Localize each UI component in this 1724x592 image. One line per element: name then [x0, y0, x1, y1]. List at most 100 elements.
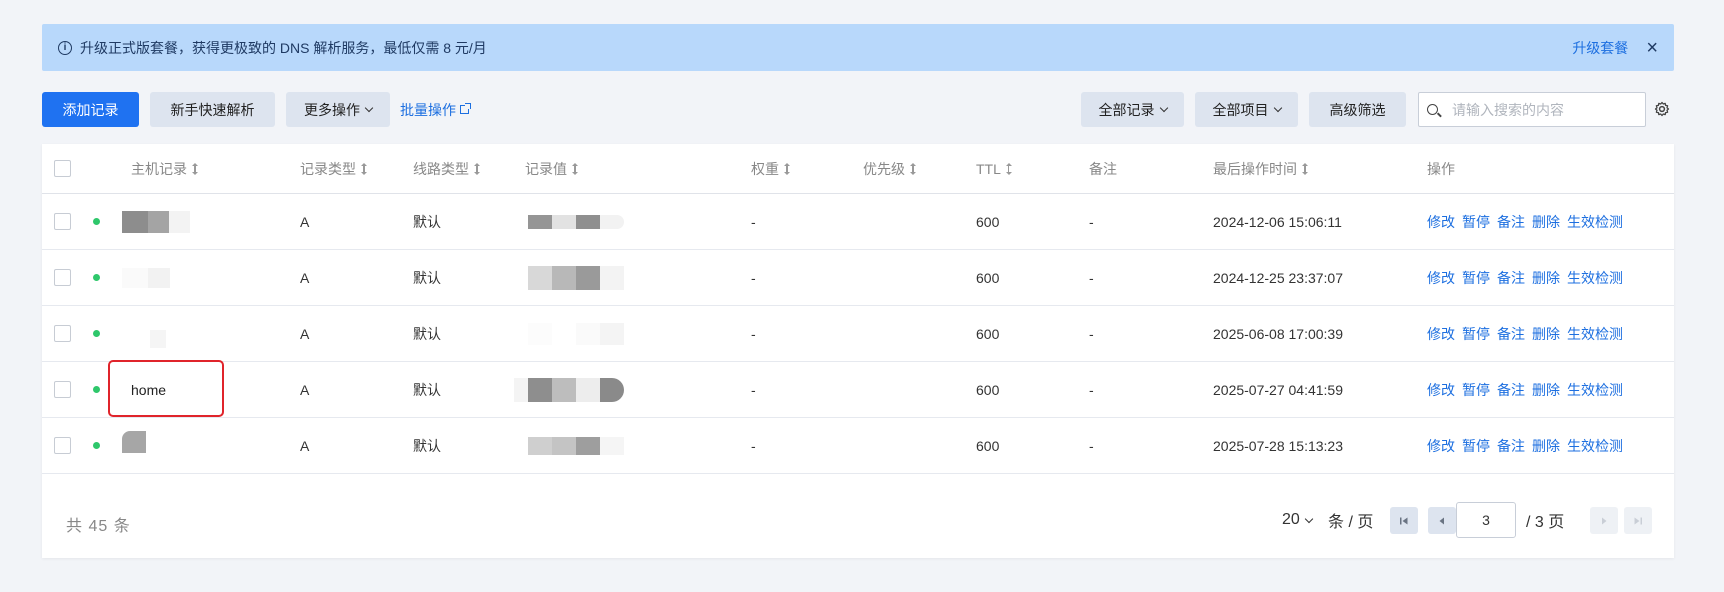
ttl-cell: 600: [976, 325, 1000, 342]
remark-link[interactable]: 备注: [1497, 324, 1525, 344]
host-cell: [122, 194, 190, 249]
delete-link[interactable]: 删除: [1532, 380, 1560, 400]
quick-setup-label: 新手快速解析: [170, 101, 255, 118]
table-row: A 默认 - 600 - 2025-06-08 17:00:39 修改 暂停 备注删…: [42, 306, 1674, 362]
row-checkbox[interactable]: [54, 381, 71, 398]
table-row: A 默认 - 600 - 2024-12-06 15:06:11 修改 暂停 备注删…: [42, 194, 1674, 250]
sort-icon: [909, 162, 917, 175]
edit-link[interactable]: 修改: [1427, 212, 1455, 232]
page-size-value: 20: [1282, 511, 1300, 528]
time-cell: 2024-12-25 23:37:07: [1213, 269, 1343, 286]
header-time-label: 最后操作时间: [1213, 160, 1297, 177]
delete-link[interactable]: 删除: [1532, 324, 1560, 344]
edit-link[interactable]: 修改: [1427, 268, 1455, 288]
value-cell: [528, 250, 624, 305]
page-number-input[interactable]: [1456, 502, 1516, 538]
pause-link[interactable]: 暂停: [1462, 436, 1490, 456]
host-cell: [122, 250, 170, 305]
remark-cell: -: [1089, 269, 1094, 286]
sort-icon: [1301, 162, 1309, 175]
line-cell: 默认: [413, 437, 441, 454]
chevron-down-icon: [1273, 103, 1282, 113]
line-cell: 默认: [413, 269, 441, 286]
type-cell: A: [300, 381, 310, 398]
header-line[interactable]: 线路类型: [413, 144, 481, 193]
status-dot: [93, 274, 100, 281]
delete-link[interactable]: 删除: [1532, 268, 1560, 288]
edit-link[interactable]: 修改: [1427, 324, 1455, 344]
batch-actions-link[interactable]: 批量操作: [400, 92, 471, 127]
search-input[interactable]: [1452, 101, 1622, 118]
all-projects-dropdown[interactable]: 全部项目: [1195, 92, 1298, 127]
search-icon: [1427, 104, 1438, 115]
status-dot: [93, 218, 100, 225]
ops-cell: 修改 暂停 备注 删除 生效检测: [1427, 362, 1630, 417]
delete-link[interactable]: 删除: [1532, 436, 1560, 456]
header-type[interactable]: 记录类型: [300, 144, 368, 193]
header-ops: 操作: [1427, 144, 1455, 193]
row-checkbox[interactable]: [54, 269, 71, 286]
line-cell: 默认: [413, 381, 441, 398]
remark-link[interactable]: 备注: [1497, 380, 1525, 400]
host-cell: [122, 306, 166, 361]
select-all-checkbox[interactable]: [54, 160, 71, 177]
line-cell: 默认: [413, 325, 441, 342]
sort-icon: [783, 162, 791, 175]
header-priority[interactable]: 优先级: [863, 144, 917, 193]
delete-link[interactable]: 删除: [1532, 212, 1560, 232]
gear-icon[interactable]: [1654, 101, 1670, 117]
row-checkbox[interactable]: [54, 437, 71, 454]
value-cell: [528, 194, 624, 249]
check-link[interactable]: 生效检测: [1567, 324, 1623, 344]
last-page-button[interactable]: [1624, 507, 1652, 534]
row-checkbox[interactable]: [54, 325, 71, 342]
header-host[interactable]: 主机记录: [131, 144, 199, 193]
pause-link[interactable]: 暂停: [1462, 380, 1490, 400]
header-time[interactable]: 最后操作时间: [1213, 144, 1309, 193]
more-actions-dropdown[interactable]: 更多操作: [286, 92, 390, 127]
weight-cell: -: [751, 437, 756, 454]
close-icon[interactable]: ×: [1646, 38, 1658, 58]
header-ttl[interactable]: TTL: [976, 144, 1013, 193]
weight-cell: -: [751, 213, 756, 230]
table-header: 主机记录 记录类型 线路类型 记录值 权重 优先级 TTL 备注 最后操作时间 …: [42, 144, 1674, 194]
check-link[interactable]: 生效检测: [1567, 268, 1623, 288]
upgrade-banner: i 升级正式版套餐，获得更极致的 DNS 解析服务，最低仅需 8 元/月 升级套…: [42, 24, 1674, 71]
all-records-dropdown[interactable]: 全部记录: [1081, 92, 1184, 127]
edit-link[interactable]: 修改: [1427, 380, 1455, 400]
pause-link[interactable]: 暂停: [1462, 268, 1490, 288]
add-record-button[interactable]: 添加记录: [42, 92, 139, 127]
next-page-button[interactable]: [1590, 507, 1618, 534]
remark-link[interactable]: 备注: [1497, 436, 1525, 456]
prev-page-button[interactable]: [1428, 507, 1456, 534]
value-cell: [528, 418, 624, 473]
quick-setup-button[interactable]: 新手快速解析: [150, 92, 275, 127]
check-link[interactable]: 生效检测: [1567, 212, 1623, 232]
redacted-value: [528, 436, 624, 455]
remark-link[interactable]: 备注: [1497, 212, 1525, 232]
header-value[interactable]: 记录值: [525, 144, 579, 193]
check-link[interactable]: 生效检测: [1567, 436, 1623, 456]
total-pages-label: / 3 页: [1526, 514, 1565, 531]
banner-text: 升级正式版套餐，获得更极致的 DNS 解析服务，最低仅需 8 元/月: [80, 39, 487, 56]
page-size-select[interactable]: 20: [1282, 502, 1314, 538]
batch-actions-label: 批量操作: [400, 101, 456, 118]
row-checkbox[interactable]: [54, 213, 71, 230]
ops-cell: 修改 暂停 备注 删除 生效检测: [1427, 194, 1630, 249]
advanced-filter-button[interactable]: 高级筛选: [1309, 92, 1406, 127]
pause-link[interactable]: 暂停: [1462, 324, 1490, 344]
upgrade-link[interactable]: 升级套餐: [1572, 38, 1628, 58]
ttl-cell: 600: [976, 437, 1000, 454]
remark-link[interactable]: 备注: [1497, 268, 1525, 288]
header-weight[interactable]: 权重: [751, 144, 791, 193]
weight-cell: -: [751, 381, 756, 398]
redacted-host: [122, 329, 166, 348]
last-page-icon: [1634, 517, 1642, 524]
header-weight-label: 权重: [751, 160, 779, 177]
first-page-button[interactable]: [1390, 507, 1418, 534]
info-icon: i: [58, 40, 72, 55]
check-link[interactable]: 生效检测: [1567, 380, 1623, 400]
pause-link[interactable]: 暂停: [1462, 212, 1490, 232]
header-ttl-label: TTL: [976, 160, 1001, 177]
edit-link[interactable]: 修改: [1427, 436, 1455, 456]
